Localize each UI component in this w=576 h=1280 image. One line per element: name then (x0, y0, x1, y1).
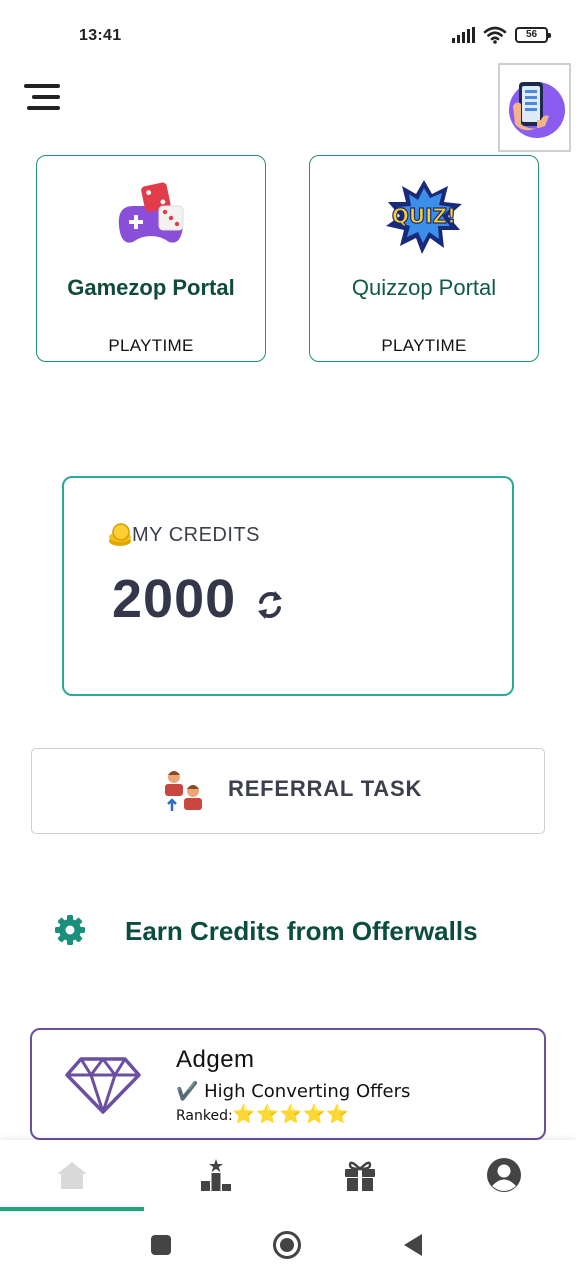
status-time: 13:41 (79, 27, 122, 44)
system-navigation-bar (0, 1212, 576, 1280)
nav-leaderboard[interactable] (144, 1140, 288, 1210)
status-bar: 13:41 56 (0, 0, 576, 60)
account-icon (487, 1158, 521, 1192)
nav-home[interactable] (0, 1140, 144, 1210)
referral-people-icon (165, 771, 202, 811)
portal-subtitle: PLAYTIME (108, 336, 194, 355)
quiz-burst-icon: QUIZ! (386, 180, 462, 254)
recents-button[interactable] (150, 1234, 172, 1261)
status-icons: 56 (452, 26, 551, 44)
nav-account[interactable] (432, 1140, 576, 1210)
hamburger-menu-icon[interactable] (24, 82, 62, 112)
credits-label: MY CREDITS (132, 524, 260, 546)
offerwall-ranking: Ranked:⭐⭐⭐⭐⭐ (176, 1104, 350, 1125)
phone-in-hand-icon (508, 81, 565, 138)
recents-square-icon (151, 1235, 171, 1255)
diamond-gem-icon (65, 1057, 141, 1114)
referral-task-label: REFERRAL TASK (228, 776, 423, 801)
svg-text:QUIZ!: QUIZ! (392, 204, 456, 228)
star-rating: ⭐⭐⭐⭐⭐ (232, 1104, 350, 1125)
profile-button[interactable] (498, 63, 571, 152)
signal-icon (452, 27, 475, 43)
bottom-navigation (0, 1140, 576, 1212)
back-triangle-icon (404, 1234, 422, 1256)
gear-icon (55, 915, 85, 945)
back-button[interactable] (402, 1233, 424, 1262)
home-circle-icon (273, 1231, 301, 1259)
refresh-icon[interactable] (255, 588, 285, 622)
portal-title: Quizzop Portal (351, 275, 497, 300)
gift-icon (345, 1161, 375, 1191)
battery-icon: 56 (515, 27, 551, 43)
wifi-icon (483, 26, 507, 44)
home-icon (57, 1162, 87, 1189)
coin-stack-icon (109, 523, 131, 546)
ranked-label: Ranked: (176, 1108, 233, 1124)
gamezop-portal-card[interactable]: Gamezop Portal PLAYTIME (36, 155, 266, 362)
home-button[interactable] (272, 1230, 302, 1265)
offerwall-tagline: ✔️ High Converting Offers (176, 1081, 411, 1102)
active-tab-indicator (0, 1207, 144, 1211)
offerwall-name: Adgem (176, 1046, 255, 1073)
credits-value: 2000 (112, 569, 237, 629)
gamepad-dice-icon (118, 182, 184, 243)
quizzop-portal-card[interactable]: QUIZ! Quizzop Portal PLAYTIME (309, 155, 539, 362)
leaderboard-icon (201, 1159, 231, 1191)
portal-subtitle: PLAYTIME (381, 336, 467, 355)
nav-rewards[interactable] (288, 1140, 432, 1210)
portal-title: Gamezop Portal (67, 275, 235, 300)
offerwalls-heading: Earn Credits from Offerwalls (125, 916, 478, 946)
battery-level: 56 (525, 29, 538, 40)
